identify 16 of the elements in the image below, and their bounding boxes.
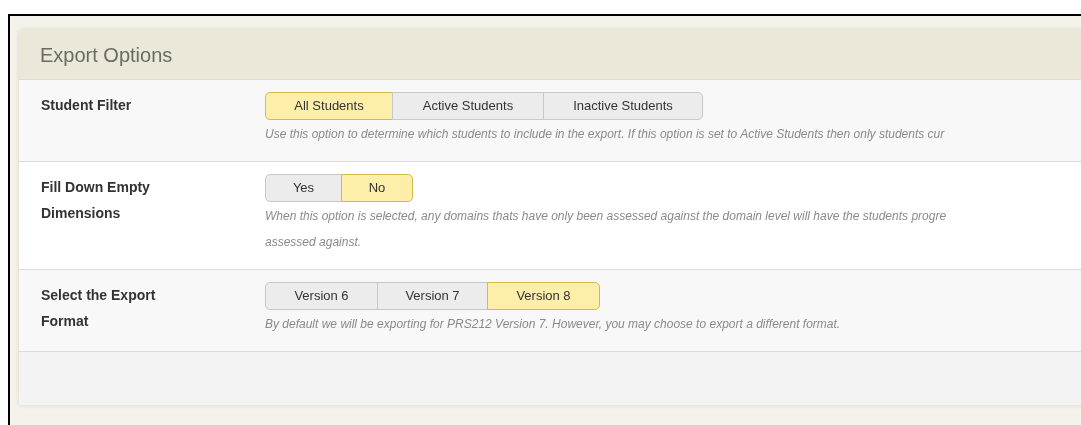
segment-button[interactable]: Active Students: [392, 92, 544, 120]
segment-button[interactable]: Version 7: [377, 282, 488, 310]
segment-button[interactable]: Version 8: [487, 282, 600, 310]
option-label: Fill Down Empty Dimensions: [40, 178, 151, 223]
option-label: Student Filter: [40, 96, 133, 115]
option-description: By default we will be exporting for PRS212 Version 7. However, you may choose to export a different format.: [265, 316, 841, 333]
panel-title: Export Options: [40, 42, 173, 68]
option-description: Use this option to determine which students to include in the export. If this option is set to Active Students then only students cur: [265, 126, 945, 143]
segment-button[interactable]: Inactive Students: [543, 92, 703, 120]
option-description: When this option is selected, any domains thats have only been assessed against the domain level will have the students progre: [265, 208, 947, 225]
segment-button[interactable]: Version 6: [265, 282, 378, 310]
segment-button[interactable]: All Students: [265, 92, 393, 120]
option-description: assessed against.: [265, 234, 363, 251]
segment-button[interactable]: Yes: [265, 174, 342, 202]
segment-button[interactable]: No: [341, 174, 413, 202]
option-label: Select the Export Format: [40, 286, 157, 331]
